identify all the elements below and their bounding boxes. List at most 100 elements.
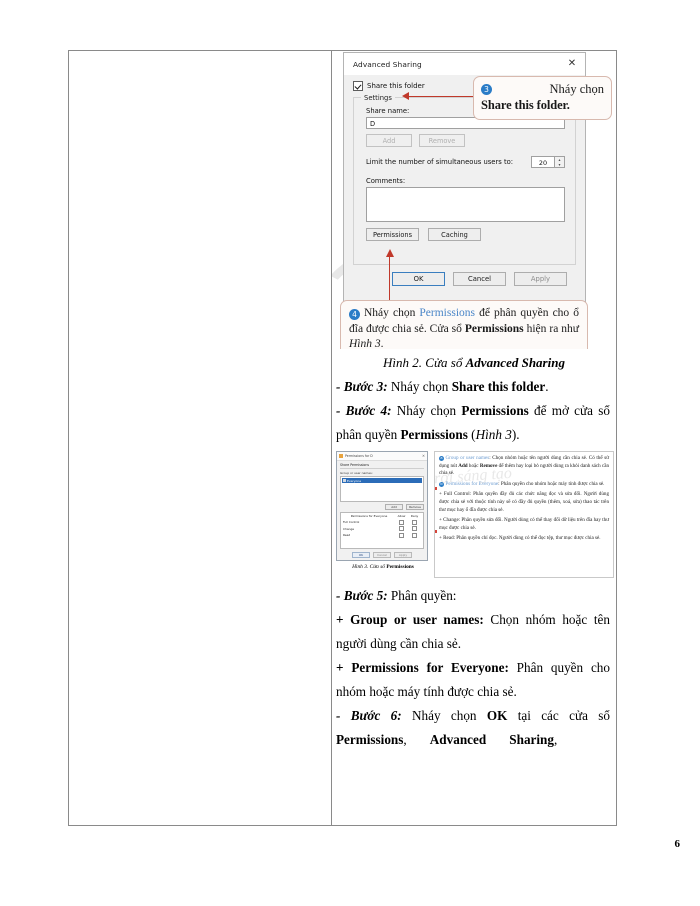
- folder-icon: [339, 454, 343, 458]
- deny-checkbox[interactable]: [408, 526, 421, 531]
- step-6-bold-permissions: Permissions: [336, 732, 404, 747]
- bullet-perm-bold: + Permissions for Everyone:: [336, 660, 509, 675]
- callout-4-t1: Nháy chọn: [364, 307, 420, 319]
- settings-groupbox: Settings Share name: D Add Remove Limit …: [353, 93, 576, 265]
- close-icon[interactable]: ✕: [422, 454, 425, 458]
- table-row[interactable]: Read: [343, 532, 421, 538]
- step-3-text-2: .: [545, 379, 549, 394]
- bullet-permissions-for-everyone: + Permissions for Everyone: Phân quyền c…: [332, 656, 616, 704]
- callout-3-text: Nháy chọn: [549, 82, 605, 96]
- callout-4-arrow-head: [385, 249, 394, 257]
- permissions-dialog-title: Permissions for D: [345, 454, 373, 458]
- figure-2-caption-prefix: Hình 2. Cửa sổ: [383, 355, 466, 370]
- allow-checkbox[interactable]: [395, 532, 408, 538]
- figure-3-caption: Hình 3. Cửa sổ Permissions: [336, 564, 430, 570]
- step-4-paragraph: - Bước 4: Nháy chọn Permissions để mở cử…: [332, 399, 616, 447]
- cancel-button[interactable]: Cancel: [373, 552, 391, 558]
- permissions-table: Permissions for Everyone Allow Deny Full…: [340, 512, 424, 549]
- step-6-text-1: Nháy chọn: [401, 708, 487, 723]
- caching-button[interactable]: Caching: [428, 228, 481, 241]
- table-row[interactable]: Change: [343, 526, 421, 531]
- permissions-dialog-titlebar: Permissions for D ✕: [337, 452, 427, 461]
- apply-button[interactable]: Apply: [394, 552, 412, 558]
- cancel-button[interactable]: Cancel: [453, 272, 506, 286]
- note-permissions-for-everyone: b Permissions for Everyone: Phân quyền ch…: [439, 481, 609, 489]
- deny-checkbox[interactable]: [408, 519, 421, 525]
- add-button[interactable]: Add: [385, 504, 403, 510]
- callout-4-t4: .: [380, 338, 384, 349]
- note-2-kw2: Everyone: [478, 480, 499, 487]
- permission-name: Change: [343, 526, 355, 531]
- callout-step-4: 4 Nháy chọn Permissions để phân quyền cho…: [340, 300, 588, 349]
- user-limit-value[interactable]: 20: [531, 156, 555, 168]
- callout-4-text: 4 Nháy chọn Permissions để phân quyền cho…: [349, 306, 579, 349]
- bullet-group-or-user-names: + Group or user names: Chọn nhóm hoặc tê…: [332, 608, 616, 656]
- remove-button[interactable]: Remove: [406, 504, 424, 510]
- permissions-button[interactable]: Permissions: [366, 228, 419, 241]
- figure-3-caption-prefix: Hình 3. Cửa sổ: [352, 564, 387, 570]
- ok-button[interactable]: OK: [352, 552, 370, 558]
- stepper-arrows-icon[interactable]: ▴ ▾: [555, 156, 565, 168]
- comments-label: Comments:: [366, 177, 406, 185]
- share-permissions-tab[interactable]: Share Permissions: [340, 463, 424, 469]
- permissions-table-header: Permissions for Everyone Allow Deny: [343, 514, 421, 518]
- step-4-text-4: ).: [511, 427, 520, 442]
- step-3-paragraph: - Bước 3: Nháy chọn Share this folder.: [332, 375, 616, 399]
- figure-2-advanced-sharing: Advanced Sharing ✕ Share this folder Set…: [332, 51, 616, 349]
- allow-checkbox[interactable]: [395, 526, 408, 531]
- column-allow: Allow: [397, 514, 406, 518]
- bullet-group-bold: + Group or user names:: [336, 612, 484, 627]
- note-2-t1: : Phân quyền cho nhóm hoặc máy tính được…: [498, 480, 605, 487]
- step-3-bold-1: Share this folder: [451, 379, 546, 394]
- figure-3-permissions: Permissions for D ✕ Share Permissions Gr…: [336, 451, 614, 578]
- dialog-titlebar: Advanced Sharing ✕: [344, 53, 585, 75]
- permission-name: Full Control: [343, 520, 360, 524]
- note-2-kw1: Permissions for: [445, 480, 479, 487]
- deny-checkbox[interactable]: [408, 532, 421, 538]
- user-limit-row: Limit the number of simultaneous users t…: [366, 156, 565, 168]
- settings-legend: Settings: [361, 93, 395, 102]
- permission-name: Read: [343, 533, 351, 537]
- permissions-caching-row: Permissions Caching: [366, 228, 565, 241]
- checkbox-icon: [353, 81, 363, 91]
- step-4-ital-1: Hình 3: [475, 427, 512, 442]
- callout-step-3: 3 Nháy chọn Share this folder.: [473, 76, 612, 120]
- table-row[interactable]: Full Control: [343, 519, 421, 525]
- marker-dot: [435, 530, 437, 533]
- note-1-t2: hoặc: [467, 462, 480, 469]
- step-4-bold-2: Permissions: [400, 427, 468, 442]
- figure-2-caption: Hình 2. Cửa sổ Advanced Sharing: [332, 355, 616, 371]
- close-icon[interactable]: ✕: [565, 57, 579, 70]
- list-item-label: Everyone: [347, 478, 362, 483]
- step-3-text-1: Nháy chọn: [387, 379, 452, 394]
- step-6-text-3: ,: [403, 732, 407, 747]
- note-1-b1: Add: [458, 462, 468, 469]
- apply-button[interactable]: Apply: [514, 272, 567, 286]
- allow-checkbox[interactable]: [395, 519, 408, 525]
- note-change: + Change: Phân quyền sửa đổi. Người dùng…: [439, 517, 609, 531]
- add-remove-button-row: Add Remove: [366, 134, 565, 147]
- step-6-bold-ok: OK: [486, 708, 508, 723]
- permissions-add-remove-row: Add Remove: [340, 504, 424, 510]
- permissions-dialog-footer: OK Cancel Apply: [337, 552, 427, 558]
- callout-3-arrow-head: [402, 92, 409, 100]
- group-user-list[interactable]: Everyone: [340, 476, 424, 502]
- callout-4-kw-permissions-2: Permissions: [464, 322, 524, 335]
- dialog-title: Advanced Sharing: [353, 59, 422, 69]
- callout-4-t3: hiện ra như: [523, 322, 580, 335]
- figure-3-notes: Chân trời sáng tạo aGroup or user names:…: [434, 451, 614, 578]
- user-limit-stepper[interactable]: 20 ▴ ▾: [531, 156, 565, 168]
- step-5-label: - Bước 5:: [336, 588, 388, 603]
- comments-textarea[interactable]: [366, 187, 565, 222]
- step-6-label: - Bước 6:: [336, 708, 402, 723]
- ok-button[interactable]: OK: [392, 272, 445, 286]
- step-6-bold-sharing: Sharing: [509, 732, 554, 747]
- list-item[interactable]: Everyone: [342, 478, 422, 483]
- callout-3-line-2: Share this folder.: [481, 98, 570, 112]
- figure-2-caption-bold: Advanced Sharing: [465, 355, 565, 370]
- permissions-dialog: Permissions for D ✕ Share Permissions Gr…: [336, 451, 428, 561]
- add-button[interactable]: Add: [366, 134, 412, 147]
- remove-button[interactable]: Remove: [419, 134, 465, 147]
- right-content-column: Advanced Sharing ✕ Share this folder Set…: [332, 51, 616, 825]
- column-deny: Deny: [410, 514, 419, 518]
